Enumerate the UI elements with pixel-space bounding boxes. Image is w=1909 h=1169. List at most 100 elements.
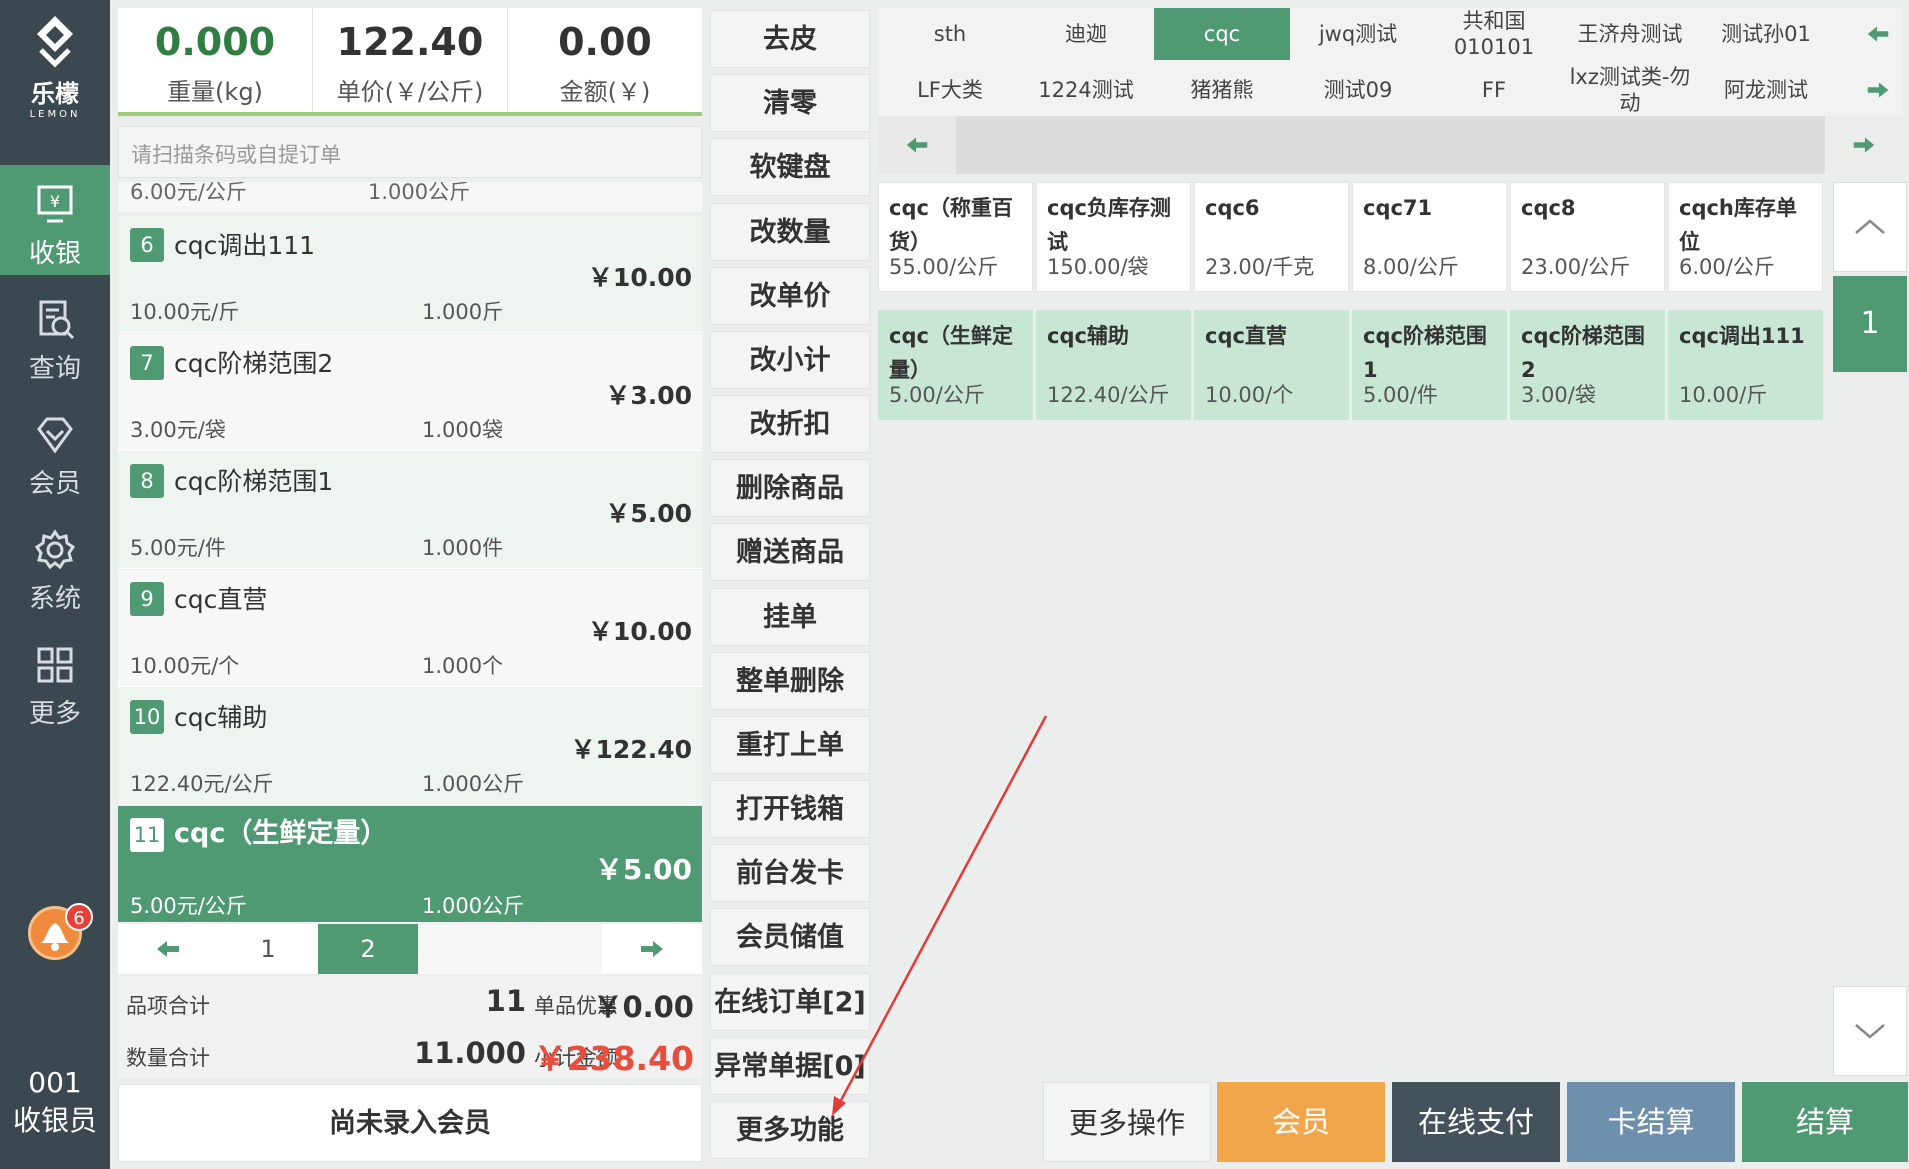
price-label: 单价(￥/公斤) [336, 78, 484, 106]
pager-prev-button[interactable] [118, 924, 218, 974]
product-tile[interactable]: cqc（生鲜定量） 5.00/公斤 [878, 310, 1033, 420]
nav-query-label: 查询 [28, 354, 81, 384]
item-amount: ￥122.40 [570, 735, 692, 764]
product-name: cqch库存单位 [1679, 196, 1797, 254]
settle-button[interactable]: 结算 [1742, 1082, 1908, 1162]
category-tab[interactable]: 阿龙测试 [1698, 64, 1834, 116]
category-next-button[interactable] [1853, 64, 1903, 116]
product-tile[interactable]: cqch库存单位 6.00/公斤 [1668, 182, 1823, 292]
list-item-selected[interactable]: 11 cqc（生鲜定量） ￥5.00 5.00元/公斤 1.000公斤 [118, 806, 702, 923]
function-button-15[interactable]: 在线订单[2] [710, 973, 870, 1031]
item-qty: 1.000件 [422, 536, 504, 560]
product-tile[interactable]: cqc直营 10.00/个 [1194, 310, 1349, 420]
nav-system[interactable]: 系统 [0, 510, 110, 620]
more-operations-button[interactable]: 更多操作 [1043, 1082, 1211, 1162]
function-button-6[interactable]: 改折扣 [710, 395, 870, 453]
category-tab[interactable]: sth [882, 8, 1018, 60]
list-item[interactable]: 8 cqc阶梯范围1 ￥5.00 5.00元/件 1.000件 [118, 452, 702, 569]
pager-next-button[interactable] [602, 924, 702, 974]
function-button-1[interactable]: 清零 [710, 74, 870, 132]
product-tile[interactable]: cqc辅助 122.40/公斤 [1036, 310, 1191, 420]
logo-text: 乐檬 [31, 80, 79, 108]
category-tab[interactable]: lxz测试类-勿动 [1562, 64, 1698, 116]
product-tile[interactable]: cqc阶梯范围1 5.00/件 [1352, 310, 1507, 420]
product-scroll-up-button[interactable] [1833, 182, 1907, 272]
list-item[interactable]: 10 cqc辅助 ￥122.40 122.40元/公斤 1.000公斤 [118, 688, 702, 805]
function-button-3[interactable]: 改数量 [710, 203, 870, 261]
pager-page-2[interactable]: 2 [318, 924, 418, 974]
category-tab[interactable]: 测试孙01 [1698, 8, 1834, 60]
function-button-12[interactable]: 打开钱箱 [710, 780, 870, 838]
category-tab[interactable]: LF大类 [882, 64, 1018, 116]
price-cell: 122.40 单价(￥/公斤) [313, 8, 508, 112]
function-button-4[interactable]: 改单价 [710, 267, 870, 325]
member-button[interactable]: 会员 [1217, 1082, 1385, 1162]
product-page-indicator: 1 [1833, 276, 1907, 372]
category-tab[interactable]: jwq测试 [1290, 8, 1426, 60]
category-tab[interactable]: 王济舟测试 [1562, 8, 1698, 60]
function-button-14[interactable]: 会员储值 [710, 908, 870, 966]
product-tile[interactable]: cqc8 23.00/公斤 [1510, 182, 1665, 292]
function-button-5[interactable]: 改小计 [710, 331, 870, 389]
nav-more[interactable]: 更多 [0, 625, 110, 735]
operator-id: 001 [28, 1066, 82, 1099]
item-unit-price: 3.00元/袋 [130, 418, 226, 442]
product-tile[interactable]: cqc71 8.00/公斤 [1352, 182, 1507, 292]
enter-member-button[interactable]: 尚未录入会员 [118, 1084, 702, 1162]
category-tab[interactable]: 共和国010101 [1426, 8, 1562, 60]
item-index-badge: 9 [130, 582, 164, 616]
category-tab[interactable]: cqc [1154, 8, 1290, 60]
item-name: cqc调出111 [174, 231, 316, 260]
function-button-11[interactable]: 重打上单 [710, 716, 870, 774]
product-tile[interactable]: cqc（称重百货） 55.00/公斤 [878, 182, 1033, 292]
item-index-badge: 8 [130, 464, 164, 498]
function-button-2[interactable]: 软键盘 [710, 138, 870, 196]
category-tab[interactable]: 测试09 [1290, 64, 1426, 116]
category-tab[interactable]: FF [1426, 64, 1562, 116]
item-name: cqc直营 [174, 585, 268, 614]
scale-display: 0.000 重量(kg) 122.40 单价(￥/公斤) 0.00 金额(￥) [118, 8, 702, 116]
list-item-partial[interactable]: 6.00元/公斤 1.000公斤 [118, 182, 702, 212]
nav-cashier[interactable]: ¥ 收银 [0, 165, 110, 275]
category-tab[interactable]: 1224测试 [1018, 64, 1154, 116]
function-button-17[interactable]: 更多功能 [710, 1101, 870, 1159]
list-item[interactable]: 9 cqc直营 ￥10.00 10.00元/个 1.000个 [118, 570, 702, 687]
list-item[interactable]: 7 cqc阶梯范围2 ￥3.00 3.00元/袋 1.000袋 [118, 334, 702, 451]
subcategory-bar [878, 116, 1903, 174]
product-tile[interactable]: cqc调出111 10.00/斤 [1668, 310, 1823, 420]
product-tile[interactable]: cqc6 23.00/千克 [1194, 182, 1349, 292]
nav-system-label: 系统 [28, 584, 81, 614]
function-button-9[interactable]: 挂单 [710, 588, 870, 646]
pager-page-1[interactable]: 1 [218, 924, 318, 974]
item-qty: 1.000公斤 [422, 772, 525, 796]
category-tab[interactable]: 迪迦 [1018, 8, 1154, 60]
function-button-0[interactable]: 去皮 [710, 10, 870, 68]
function-button-8[interactable]: 赠送商品 [710, 523, 870, 581]
function-button-7[interactable]: 删除商品 [710, 459, 870, 517]
product-tile[interactable]: cqc阶梯范围2 3.00/袋 [1510, 310, 1665, 420]
product-name: cqc（称重百货） [889, 196, 1013, 254]
arrow-left-icon [906, 137, 928, 153]
product-price: 23.00/千克 [1205, 255, 1315, 279]
category-prev-button[interactable] [1853, 8, 1903, 60]
nav-query[interactable]: 查询 [0, 280, 110, 390]
item-name: cqc辅助 [174, 703, 268, 732]
subcategory-prev-button[interactable] [878, 116, 956, 174]
list-item[interactable]: 6 cqc调出111 ￥10.00 10.00元/斤 1.000斤 [118, 216, 702, 333]
product-tile[interactable]: cqc负库存测试 150.00/袋 [1036, 182, 1191, 292]
function-button-10[interactable]: 整单删除 [710, 652, 870, 710]
function-button-13[interactable]: 前台发卡 [710, 844, 870, 902]
nav-member[interactable]: 会员 [0, 395, 110, 505]
online-pay-button[interactable]: 在线支付 [1392, 1082, 1560, 1162]
item-index-badge: 6 [130, 228, 164, 262]
product-price: 8.00/公斤 [1363, 255, 1459, 279]
barcode-scan-input[interactable]: 请扫描条码或自提订单 [118, 126, 702, 178]
qty-total-value: 11.000 [414, 1036, 526, 1070]
category-tab[interactable]: 猪猪熊 [1154, 64, 1290, 116]
card-settle-button[interactable]: 卡结算 [1567, 1082, 1735, 1162]
function-button-16[interactable]: 异常单据[0] [710, 1037, 870, 1095]
notification-button[interactable]: 6 [28, 903, 93, 960]
logo: 乐檬 LEMON [0, 14, 110, 120]
product-scroll-down-button[interactable] [1833, 986, 1907, 1076]
subcategory-next-button[interactable] [1825, 116, 1903, 174]
